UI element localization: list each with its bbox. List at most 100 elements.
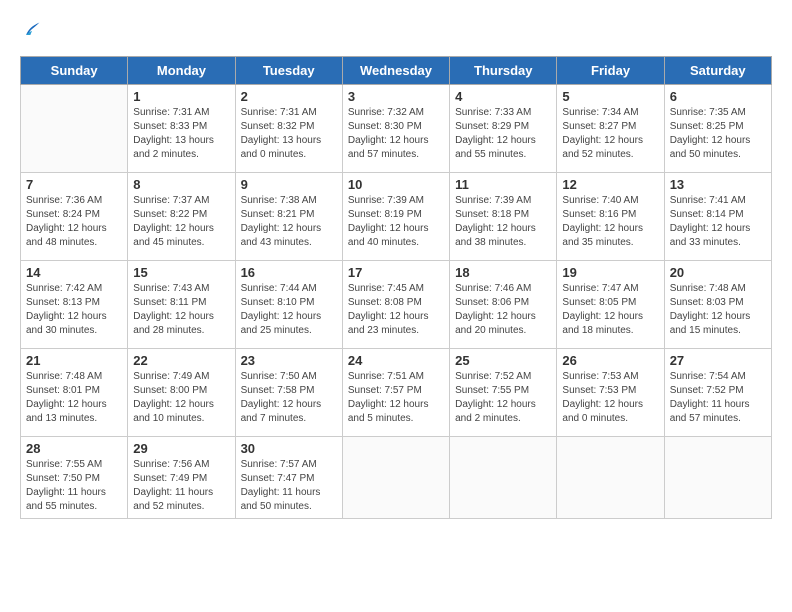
daylight-text: Daylight: 12 hours and 38 minutes.: [455, 222, 551, 250]
day-header-tuesday: Tuesday: [235, 57, 342, 85]
calendar-cell: [21, 85, 128, 173]
daylight-text: Daylight: 12 hours and 55 minutes.: [455, 134, 551, 162]
day-number: 5: [562, 89, 658, 104]
day-number: 12: [562, 177, 658, 192]
cell-info: Sunrise: 7:31 AM Sunset: 8:33 PM Dayligh…: [133, 106, 229, 162]
cell-info: Sunrise: 7:39 AM Sunset: 8:18 PM Dayligh…: [455, 194, 551, 250]
day-header-thursday: Thursday: [450, 57, 557, 85]
cell-info: Sunrise: 7:38 AM Sunset: 8:21 PM Dayligh…: [241, 194, 337, 250]
cell-info: Sunrise: 7:53 AM Sunset: 7:53 PM Dayligh…: [562, 370, 658, 426]
daylight-text: Daylight: 11 hours and 57 minutes.: [670, 398, 766, 426]
cell-info: Sunrise: 7:55 AM Sunset: 7:50 PM Dayligh…: [26, 458, 122, 514]
cell-info: Sunrise: 7:34 AM Sunset: 8:27 PM Dayligh…: [562, 106, 658, 162]
calendar-cell: 28 Sunrise: 7:55 AM Sunset: 7:50 PM Dayl…: [21, 437, 128, 519]
calendar-cell: [450, 437, 557, 519]
daylight-text: Daylight: 11 hours and 52 minutes.: [133, 486, 229, 514]
calendar-table: SundayMondayTuesdayWednesdayThursdayFrid…: [20, 56, 772, 519]
cell-info: Sunrise: 7:39 AM Sunset: 8:19 PM Dayligh…: [348, 194, 444, 250]
day-number: 30: [241, 441, 337, 456]
calendar-cell: 2 Sunrise: 7:31 AM Sunset: 8:32 PM Dayli…: [235, 85, 342, 173]
day-number: 18: [455, 265, 551, 280]
calendar-cell: [342, 437, 449, 519]
day-number: 6: [670, 89, 766, 104]
sunset-text: Sunset: 7:53 PM: [562, 384, 658, 398]
sunrise-text: Sunrise: 7:51 AM: [348, 370, 444, 384]
calendar-cell: 18 Sunrise: 7:46 AM Sunset: 8:06 PM Dayl…: [450, 261, 557, 349]
daylight-text: Daylight: 12 hours and 25 minutes.: [241, 310, 337, 338]
day-number: 16: [241, 265, 337, 280]
day-number: 19: [562, 265, 658, 280]
cell-info: Sunrise: 7:37 AM Sunset: 8:22 PM Dayligh…: [133, 194, 229, 250]
day-number: 27: [670, 353, 766, 368]
days-header-row: SundayMondayTuesdayWednesdayThursdayFrid…: [21, 57, 772, 85]
calendar-cell: 13 Sunrise: 7:41 AM Sunset: 8:14 PM Dayl…: [664, 173, 771, 261]
daylight-text: Daylight: 12 hours and 50 minutes.: [670, 134, 766, 162]
calendar-cell: [557, 437, 664, 519]
week-row-4: 21 Sunrise: 7:48 AM Sunset: 8:01 PM Dayl…: [21, 349, 772, 437]
cell-info: Sunrise: 7:42 AM Sunset: 8:13 PM Dayligh…: [26, 282, 122, 338]
week-row-2: 7 Sunrise: 7:36 AM Sunset: 8:24 PM Dayli…: [21, 173, 772, 261]
calendar-cell: 16 Sunrise: 7:44 AM Sunset: 8:10 PM Dayl…: [235, 261, 342, 349]
cell-info: Sunrise: 7:36 AM Sunset: 8:24 PM Dayligh…: [26, 194, 122, 250]
sunrise-text: Sunrise: 7:31 AM: [133, 106, 229, 120]
sunrise-text: Sunrise: 7:37 AM: [133, 194, 229, 208]
calendar-cell: 11 Sunrise: 7:39 AM Sunset: 8:18 PM Dayl…: [450, 173, 557, 261]
cell-info: Sunrise: 7:48 AM Sunset: 8:03 PM Dayligh…: [670, 282, 766, 338]
calendar-cell: 5 Sunrise: 7:34 AM Sunset: 8:27 PM Dayli…: [557, 85, 664, 173]
calendar-cell: 21 Sunrise: 7:48 AM Sunset: 8:01 PM Dayl…: [21, 349, 128, 437]
sunset-text: Sunset: 7:58 PM: [241, 384, 337, 398]
sunrise-text: Sunrise: 7:39 AM: [455, 194, 551, 208]
sunset-text: Sunset: 8:22 PM: [133, 208, 229, 222]
sunrise-text: Sunrise: 7:36 AM: [26, 194, 122, 208]
sunset-text: Sunset: 8:00 PM: [133, 384, 229, 398]
calendar-cell: 9 Sunrise: 7:38 AM Sunset: 8:21 PM Dayli…: [235, 173, 342, 261]
day-header-monday: Monday: [128, 57, 235, 85]
sunset-text: Sunset: 8:32 PM: [241, 120, 337, 134]
sunrise-text: Sunrise: 7:32 AM: [348, 106, 444, 120]
cell-info: Sunrise: 7:31 AM Sunset: 8:32 PM Dayligh…: [241, 106, 337, 162]
day-number: 4: [455, 89, 551, 104]
cell-info: Sunrise: 7:49 AM Sunset: 8:00 PM Dayligh…: [133, 370, 229, 426]
cell-info: Sunrise: 7:45 AM Sunset: 8:08 PM Dayligh…: [348, 282, 444, 338]
week-row-3: 14 Sunrise: 7:42 AM Sunset: 8:13 PM Dayl…: [21, 261, 772, 349]
daylight-text: Daylight: 12 hours and 40 minutes.: [348, 222, 444, 250]
sunrise-text: Sunrise: 7:31 AM: [241, 106, 337, 120]
week-row-1: 1 Sunrise: 7:31 AM Sunset: 8:33 PM Dayli…: [21, 85, 772, 173]
cell-info: Sunrise: 7:50 AM Sunset: 7:58 PM Dayligh…: [241, 370, 337, 426]
sunset-text: Sunset: 7:52 PM: [670, 384, 766, 398]
calendar-cell: 26 Sunrise: 7:53 AM Sunset: 7:53 PM Dayl…: [557, 349, 664, 437]
sunrise-text: Sunrise: 7:55 AM: [26, 458, 122, 472]
calendar-cell: 12 Sunrise: 7:40 AM Sunset: 8:16 PM Dayl…: [557, 173, 664, 261]
sunset-text: Sunset: 8:18 PM: [455, 208, 551, 222]
sunrise-text: Sunrise: 7:56 AM: [133, 458, 229, 472]
sunset-text: Sunset: 8:03 PM: [670, 296, 766, 310]
cell-info: Sunrise: 7:48 AM Sunset: 8:01 PM Dayligh…: [26, 370, 122, 426]
sunset-text: Sunset: 8:27 PM: [562, 120, 658, 134]
sunset-text: Sunset: 8:11 PM: [133, 296, 229, 310]
sunset-text: Sunset: 8:08 PM: [348, 296, 444, 310]
sunrise-text: Sunrise: 7:48 AM: [26, 370, 122, 384]
daylight-text: Daylight: 11 hours and 50 minutes.: [241, 486, 337, 514]
daylight-text: Daylight: 12 hours and 2 minutes.: [455, 398, 551, 426]
sunrise-text: Sunrise: 7:38 AM: [241, 194, 337, 208]
week-row-5: 28 Sunrise: 7:55 AM Sunset: 7:50 PM Dayl…: [21, 437, 772, 519]
cell-info: Sunrise: 7:56 AM Sunset: 7:49 PM Dayligh…: [133, 458, 229, 514]
day-number: 14: [26, 265, 122, 280]
logo-text: [20, 20, 42, 40]
calendar-cell: 10 Sunrise: 7:39 AM Sunset: 8:19 PM Dayl…: [342, 173, 449, 261]
day-number: 9: [241, 177, 337, 192]
sunset-text: Sunset: 8:10 PM: [241, 296, 337, 310]
page-header: [20, 20, 772, 40]
sunset-text: Sunset: 8:33 PM: [133, 120, 229, 134]
cell-info: Sunrise: 7:35 AM Sunset: 8:25 PM Dayligh…: [670, 106, 766, 162]
sunrise-text: Sunrise: 7:34 AM: [562, 106, 658, 120]
daylight-text: Daylight: 12 hours and 20 minutes.: [455, 310, 551, 338]
daylight-text: Daylight: 12 hours and 15 minutes.: [670, 310, 766, 338]
cell-info: Sunrise: 7:46 AM Sunset: 8:06 PM Dayligh…: [455, 282, 551, 338]
sunrise-text: Sunrise: 7:50 AM: [241, 370, 337, 384]
sunset-text: Sunset: 8:16 PM: [562, 208, 658, 222]
daylight-text: Daylight: 12 hours and 7 minutes.: [241, 398, 337, 426]
day-header-wednesday: Wednesday: [342, 57, 449, 85]
sunrise-text: Sunrise: 7:33 AM: [455, 106, 551, 120]
calendar-cell: 6 Sunrise: 7:35 AM Sunset: 8:25 PM Dayli…: [664, 85, 771, 173]
